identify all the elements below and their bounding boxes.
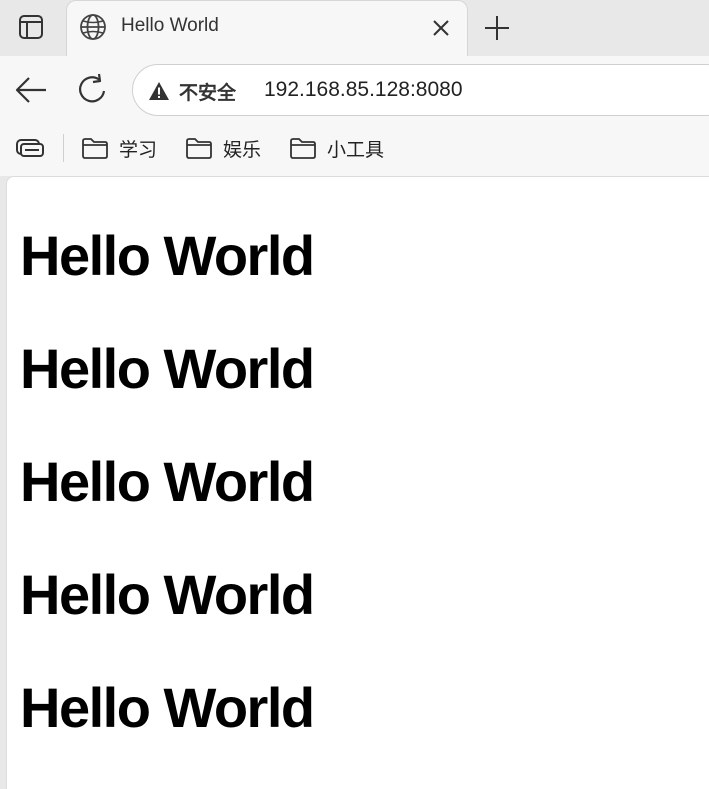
bookmark-folder-study[interactable]: 学习 (81, 133, 157, 163)
folder-icon (186, 138, 212, 159)
tab-active[interactable]: Hello World (66, 0, 468, 56)
bookmark-label: 学习 (119, 138, 158, 161)
plus-icon[interactable] (480, 11, 514, 45)
page-content: Hello World Hello World Hello World Hell… (6, 176, 709, 789)
tab-actions-button[interactable] (8, 8, 54, 46)
reload-icon[interactable] (72, 70, 112, 110)
bookmark-label: 小工具 (327, 138, 385, 161)
collections-icon[interactable] (14, 134, 44, 160)
page-heading: Hello World (20, 224, 315, 287)
folder-icon (290, 138, 316, 159)
folder-icon (82, 138, 108, 159)
security-status-label[interactable]: 不安全 (179, 78, 236, 105)
navigation-toolbar: 不安全 192.168.85.128:8080 (0, 56, 709, 120)
bookmark-folder-entertainment[interactable]: 娱乐 (185, 133, 261, 163)
bookmark-label: 娱乐 (223, 138, 262, 161)
warning-icon[interactable] (148, 81, 170, 101)
page-heading: Hello World (20, 563, 315, 626)
url-text[interactable]: 192.168.85.128:8080 (264, 78, 463, 102)
tab-title: Hello World (121, 15, 219, 36)
close-icon[interactable] (429, 16, 453, 40)
globe-icon (80, 14, 106, 40)
bookmarks-divider (63, 134, 64, 162)
page-heading: Hello World (20, 450, 315, 513)
tab-actions-icon (19, 15, 43, 39)
bookmark-folder-tools[interactable]: 小工具 (289, 133, 384, 163)
tab-strip: Hello World (0, 0, 709, 56)
page-heading: Hello World (20, 337, 315, 400)
address-bar[interactable]: 不安全 192.168.85.128:8080 (132, 64, 709, 116)
page-heading: Hello World (20, 676, 315, 739)
back-arrow-icon[interactable] (12, 70, 52, 110)
bookmarks-bar: 学习 娱乐 小工具 (0, 120, 709, 176)
